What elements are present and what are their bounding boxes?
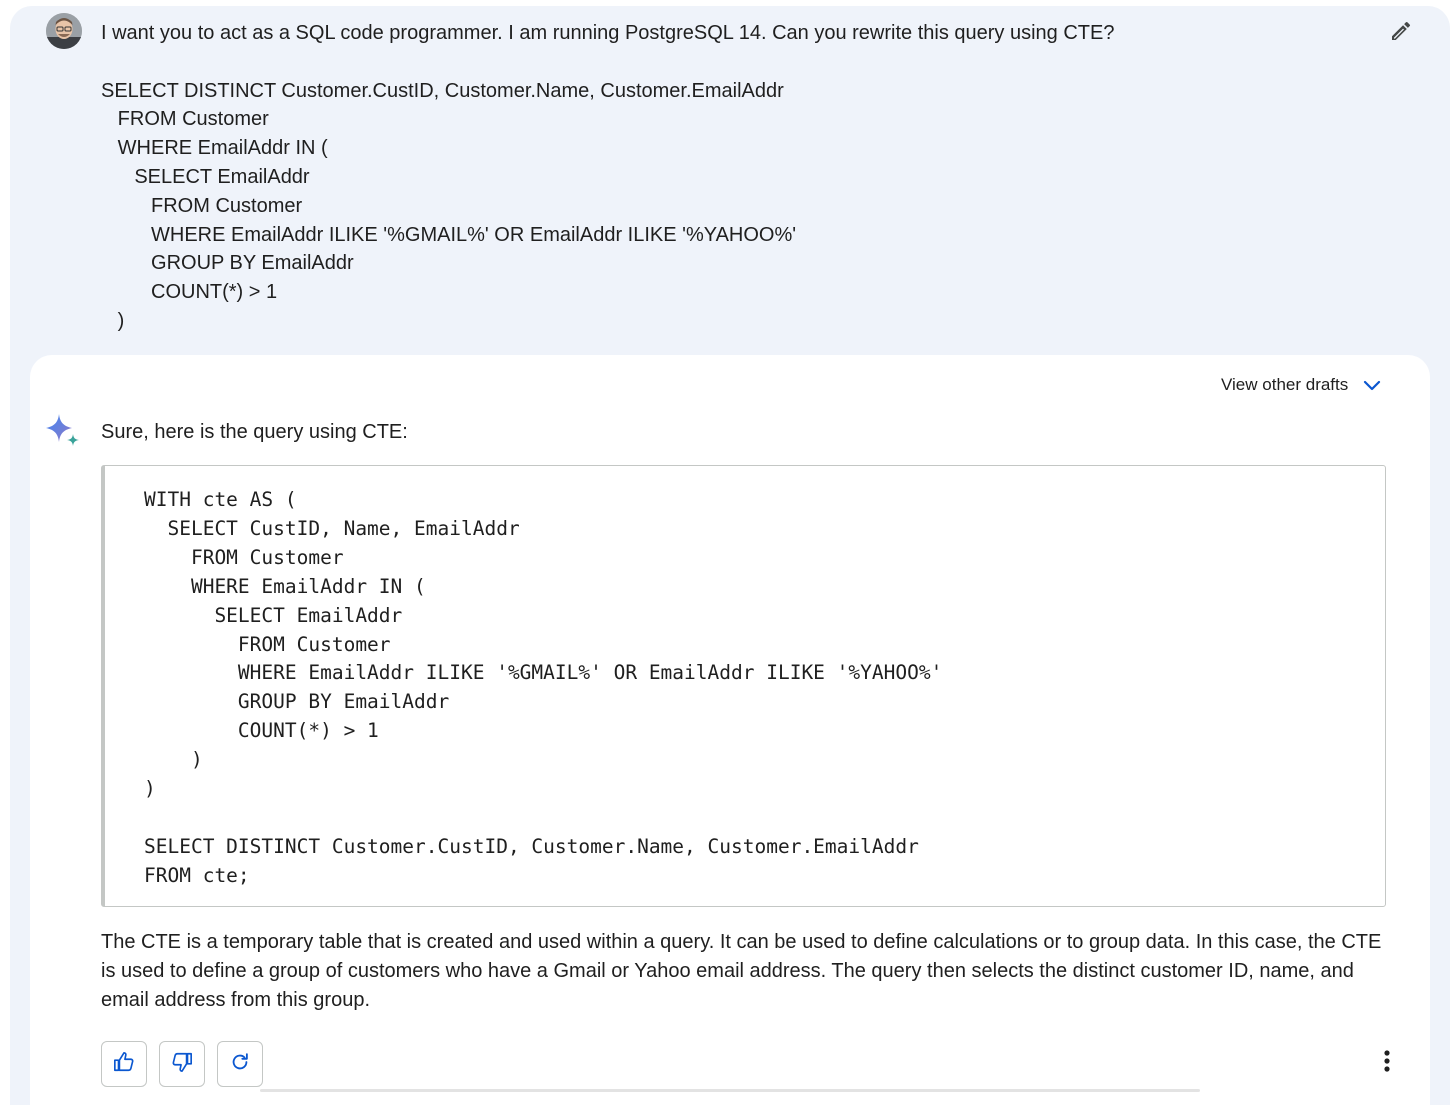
- user-prompt-text: I want you to act as a SQL code programm…: [101, 22, 1115, 332]
- more-options-button[interactable]: [1372, 1045, 1402, 1081]
- code-content: WITH cte AS ( SELECT CustID, Name, Email…: [144, 488, 943, 887]
- edit-prompt-button[interactable]: [1384, 16, 1418, 50]
- drafts-label: View other drafts: [1221, 375, 1349, 394]
- sparkle-icon: [44, 414, 82, 450]
- thumbs-up-button[interactable]: [101, 1041, 147, 1087]
- thumbs-up-icon: [113, 1051, 135, 1078]
- view-other-drafts-button[interactable]: View other drafts: [1221, 372, 1382, 398]
- thumbs-down-icon: [171, 1051, 193, 1078]
- user-avatar: [46, 13, 82, 49]
- regenerate-button[interactable]: [217, 1041, 263, 1087]
- more-vert-icon: [1383, 1049, 1391, 1078]
- chat-view: I want you to act as a SQL code programm…: [0, 0, 1455, 1105]
- response-explanation: The CTE is a temporary table that is cre…: [101, 931, 1382, 1011]
- refresh-icon: [229, 1051, 251, 1078]
- thumbs-down-button[interactable]: [159, 1041, 205, 1087]
- chevron-down-icon: [1362, 375, 1382, 395]
- pencil-icon: [1389, 19, 1413, 48]
- scroll-indicator: [260, 1089, 1200, 1092]
- code-block[interactable]: WITH cte AS ( SELECT CustID, Name, Email…: [101, 465, 1386, 907]
- response-intro: Sure, here is the query using CTE:: [101, 421, 408, 443]
